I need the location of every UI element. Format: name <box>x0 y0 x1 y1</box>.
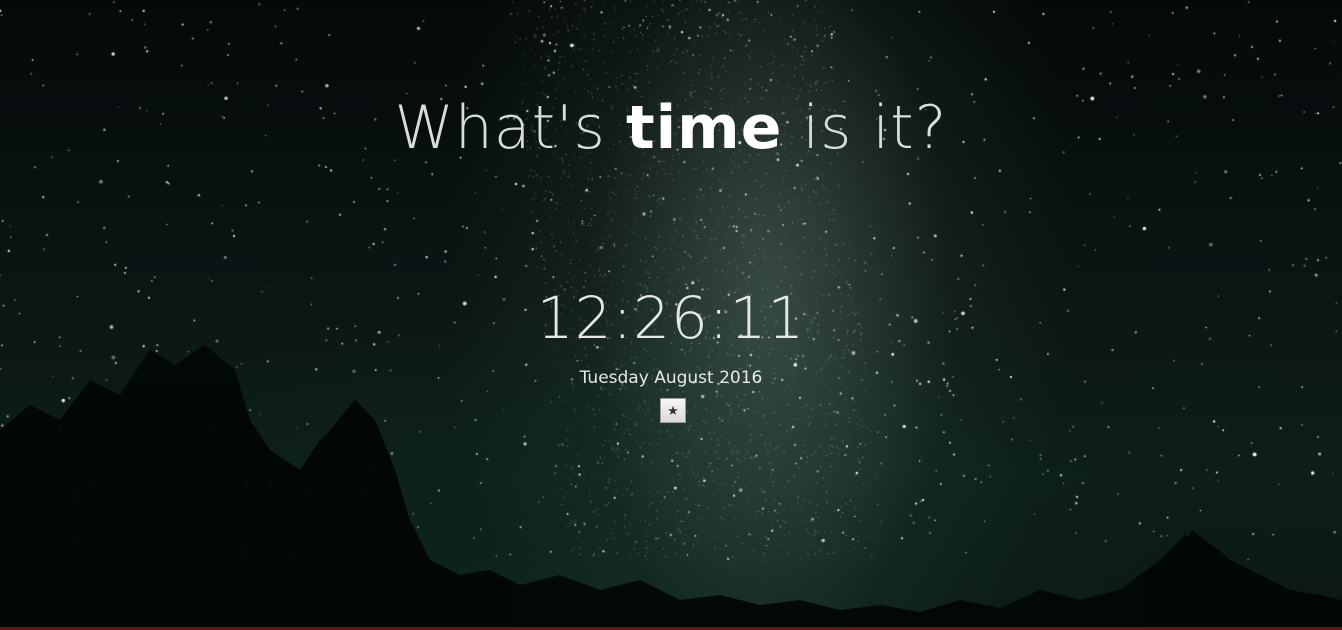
page-headline: What's time is it? <box>0 88 1342 168</box>
clock-date: Tuesday August 2016 <box>579 368 763 388</box>
clock-time: 12:26:11 <box>536 284 806 352</box>
favorite-button[interactable]: ★ <box>660 398 686 423</box>
headline-after: is it? <box>782 93 948 163</box>
star-icon: ★ <box>667 403 679 418</box>
headline-before: What's <box>394 93 626 163</box>
headline-emphasis: time <box>625 93 783 163</box>
